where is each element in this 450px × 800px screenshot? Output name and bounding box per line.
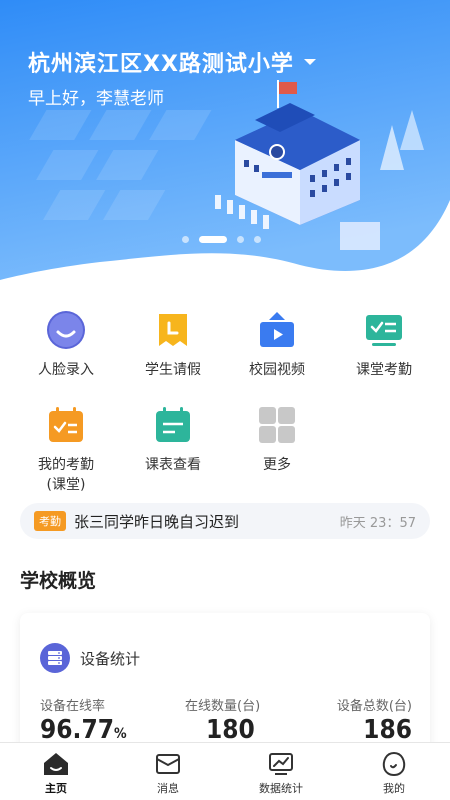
feature-face-entry[interactable]: 人脸录入 bbox=[10, 310, 122, 380]
leave-icon bbox=[159, 314, 187, 346]
feature-label: 课表查看 bbox=[145, 457, 201, 473]
stat-unit: % bbox=[114, 726, 127, 742]
stat-value-online-rate: 96.77% bbox=[40, 715, 127, 745]
school-name: 杭州滨江区XX路测试小学 bbox=[28, 52, 294, 77]
banner-illustration bbox=[0, 0, 450, 280]
chevron-down-icon bbox=[303, 59, 316, 65]
feature-label: 人脸录入 bbox=[38, 362, 94, 378]
greeting-text: 早上好，李慧老师 bbox=[28, 89, 164, 109]
tab-label: 主页 bbox=[45, 782, 67, 795]
tab-statistics[interactable]: 数据统计 bbox=[225, 743, 337, 800]
tab-label: 消息 bbox=[157, 782, 179, 795]
card-title: 设备统计 bbox=[80, 649, 141, 668]
stat-label-online-count: 在线数量(台) bbox=[185, 699, 261, 714]
bottom-tab-bar: 主页 消息 数据统计 我的 bbox=[0, 742, 450, 800]
schedule-icon bbox=[156, 407, 190, 442]
face-icon bbox=[47, 311, 85, 349]
more-grid-icon bbox=[259, 407, 295, 443]
feature-schedule[interactable]: 课表查看 bbox=[117, 405, 229, 475]
notice-time: 昨天 23：57 bbox=[339, 515, 416, 531]
my-attendance-icon bbox=[49, 407, 83, 442]
card-header: 设备统计 bbox=[40, 643, 140, 673]
tab-profile[interactable]: 我的 bbox=[338, 743, 450, 800]
feature-more[interactable]: 更多 bbox=[221, 405, 333, 475]
device-stats-card[interactable]: 设备统计 设备在线率 96.77% 在线数量(台) 180 设备总数(台) 18… bbox=[20, 613, 430, 763]
feature-campus-video[interactable]: 校园视频 bbox=[221, 310, 333, 380]
notice-message: 张三同学昨日晚自习迟到 bbox=[74, 512, 240, 531]
banner[interactable]: 杭州滨江区XX路测试小学 早上好，李慧老师 bbox=[0, 0, 450, 290]
school-selector[interactable]: 杭州滨江区XX路测试小学 bbox=[28, 46, 316, 78]
stat-value-total: 186 bbox=[363, 715, 412, 745]
feature-student-leave[interactable]: 学生请假 bbox=[117, 310, 229, 380]
carousel-dot-active[interactable] bbox=[199, 236, 227, 243]
carousel-dot[interactable] bbox=[254, 236, 261, 243]
chart-icon bbox=[269, 753, 293, 775]
stat-value-online-count: 180 bbox=[206, 715, 255, 745]
tab-home[interactable]: 主页 bbox=[0, 743, 112, 800]
feature-label: 更多 bbox=[263, 457, 291, 473]
carousel-dot[interactable] bbox=[237, 236, 244, 243]
class-attendance-icon bbox=[366, 315, 402, 346]
feature-label: 校园视频 bbox=[249, 362, 305, 378]
feature-class-attendance[interactable]: 课堂考勤 bbox=[328, 310, 440, 380]
tab-messages[interactable]: 消息 bbox=[112, 743, 224, 800]
stat-label-online-rate: 设备在线率 bbox=[40, 699, 106, 714]
notice-tag: 考勤 bbox=[34, 511, 66, 531]
carousel-dot[interactable] bbox=[182, 236, 189, 243]
section-title: 学校概览 bbox=[20, 570, 97, 592]
home-icon bbox=[44, 753, 68, 775]
notice-bar[interactable]: 考勤 张三同学昨日晚自习迟到 昨天 23：57 bbox=[20, 503, 430, 539]
profile-icon bbox=[382, 751, 406, 777]
tab-label: 我的 bbox=[383, 782, 405, 795]
feature-label: 学生请假 bbox=[145, 362, 201, 378]
feature-my-attendance[interactable]: 我的考勤 (课堂) bbox=[10, 405, 122, 495]
video-icon bbox=[260, 312, 294, 347]
message-icon bbox=[156, 754, 180, 774]
feature-label: 课堂考勤 bbox=[356, 362, 412, 378]
server-icon bbox=[40, 643, 70, 673]
stat-label-total: 设备总数(台) bbox=[336, 699, 412, 714]
tab-label: 数据统计 bbox=[259, 782, 303, 795]
carousel-indicator bbox=[182, 236, 271, 243]
stat-number: 96.77 bbox=[40, 715, 114, 745]
feature-label: 我的考勤 (课堂) bbox=[38, 457, 94, 493]
